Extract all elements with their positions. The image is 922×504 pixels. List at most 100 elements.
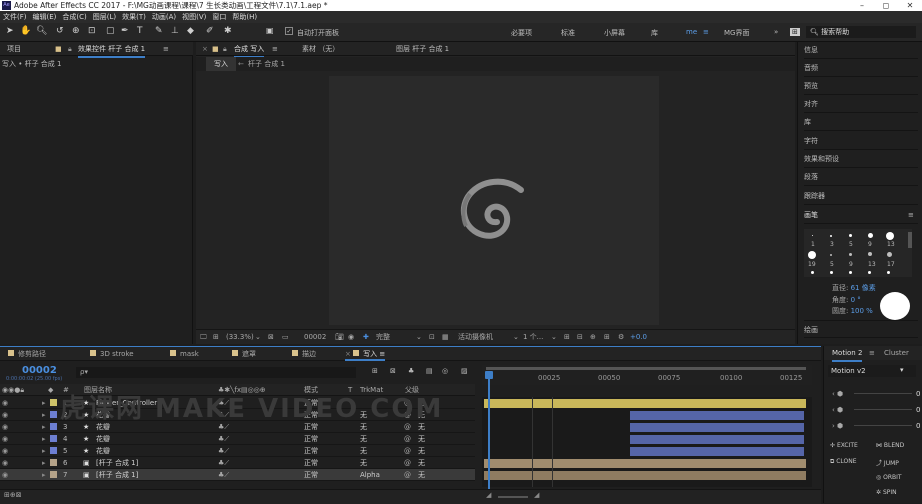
layout-icon[interactable]: ▣ bbox=[266, 26, 274, 35]
region-icon[interactable]: ▭ bbox=[282, 330, 289, 345]
views-chevron-icon[interactable]: ⌄ bbox=[551, 330, 557, 345]
layer-switches-icon[interactable]: ♣⟋ bbox=[218, 469, 229, 481]
toggle-pixel-icon[interactable]: ⊞ bbox=[564, 330, 570, 345]
panel-tracker[interactable]: 跟踪器 bbox=[804, 187, 918, 205]
slider-left-icon-2[interactable]: ‹ ⬢ bbox=[832, 406, 843, 414]
grid-icon[interactable]: ⊠ bbox=[268, 330, 274, 345]
slider-right-icon[interactable]: › ⬢ bbox=[832, 422, 843, 430]
jump-button[interactable]: ⤴ JUMP bbox=[876, 458, 899, 467]
layer-row-7[interactable]: ◉ ▸ 7 ▣ [杆子 合成 1] ♣⟋ 正常 Alpha @ 无 bbox=[0, 469, 475, 481]
label-color[interactable] bbox=[50, 471, 57, 478]
playhead-handle[interactable] bbox=[485, 371, 493, 379]
brush-dot-row3-5[interactable] bbox=[887, 271, 890, 274]
roi-icon[interactable]: ⊡ bbox=[429, 330, 435, 345]
comp-toggle-icons[interactable]: ⊞⊕⊠ bbox=[4, 491, 22, 499]
track-area[interactable] bbox=[482, 397, 812, 487]
exposure-value[interactable]: +0.0 bbox=[630, 330, 647, 345]
brush-dot-soft-13[interactable] bbox=[868, 252, 872, 256]
camera-snapshot-icon[interactable]: 📷︎ bbox=[335, 330, 344, 345]
workspace-standard[interactable]: 标准 bbox=[561, 28, 575, 38]
zoom-dropdown[interactable]: (33.3%) bbox=[226, 330, 254, 345]
panel-library[interactable]: 库 bbox=[804, 113, 918, 131]
visibility-icon[interactable]: ◉ bbox=[2, 445, 8, 457]
frame-blending-icon[interactable]: ▤ bbox=[426, 367, 433, 375]
trkmat[interactable]: 无 bbox=[360, 457, 367, 469]
close-button[interactable]: ✕ bbox=[898, 0, 922, 11]
panel-audio[interactable]: 音频 bbox=[804, 59, 918, 77]
layer-switches-icon[interactable]: ♣⟋ bbox=[218, 445, 229, 457]
blend-mode[interactable]: 正常 bbox=[304, 445, 318, 457]
trkmat[interactable]: 无 bbox=[360, 433, 367, 445]
brush-dot-soft-5[interactable] bbox=[830, 254, 832, 256]
layer-name[interactable]: [杆子 合成 1] bbox=[96, 469, 138, 481]
visibility-icon[interactable]: ◉ bbox=[2, 469, 8, 481]
motion-blur-icon[interactable]: ◎ bbox=[442, 367, 448, 375]
clone-stamp-tool-icon[interactable]: ⊥ bbox=[171, 26, 179, 36]
tab-motion2[interactable]: Motion 2 bbox=[832, 346, 863, 362]
tab-stroke[interactable]: 描边 bbox=[292, 347, 316, 361]
menu-effect[interactable]: 效果(T) bbox=[119, 13, 149, 21]
brush-dot-row3-2[interactable] bbox=[830, 271, 833, 274]
brush-dot-soft-9[interactable] bbox=[849, 253, 852, 256]
label-color[interactable] bbox=[50, 411, 57, 418]
blend-mode[interactable]: 正常 bbox=[304, 469, 318, 481]
timeline-timecode[interactable]: 00002 bbox=[22, 365, 57, 376]
layer-row-4[interactable]: ◉ ▸ 4 ★ 花瓣 ♣⟋ 正常 无 @ 无 bbox=[0, 433, 475, 445]
type-tool-icon[interactable]: T bbox=[137, 26, 143, 36]
close-tab-icon[interactable]: × bbox=[345, 350, 353, 358]
brush-tool-icon[interactable]: ✎ bbox=[155, 26, 163, 36]
brush-dot-9[interactable] bbox=[868, 233, 873, 238]
time-ruler[interactable]: 00025 00050 00075 00100 00125 bbox=[482, 365, 812, 385]
visibility-icon[interactable]: ◉ bbox=[2, 397, 8, 409]
layer-name[interactable]: 花瓣 bbox=[96, 445, 110, 457]
comp-lock-icon[interactable]: 🔒︎ bbox=[223, 42, 227, 56]
motion-slider-3[interactable] bbox=[854, 425, 912, 426]
motion-slider-1[interactable] bbox=[854, 393, 912, 394]
tab-composition[interactable]: 合成 写入 bbox=[234, 42, 265, 58]
expand-arrow-icon[interactable]: ▸ bbox=[42, 445, 46, 457]
parent[interactable]: 无 bbox=[418, 433, 425, 445]
clone-button[interactable]: ⧉ CLONE bbox=[830, 458, 857, 466]
brushes-menu-icon[interactable]: ≡ bbox=[908, 211, 914, 219]
expand-arrow-icon[interactable]: ▸ bbox=[42, 397, 46, 409]
layer-bar-2[interactable] bbox=[630, 411, 804, 420]
panel-character[interactable]: 字符 bbox=[804, 132, 918, 150]
menu-help[interactable]: 帮助(H) bbox=[229, 13, 260, 21]
layer-bar-5[interactable] bbox=[630, 447, 804, 456]
pickwhip-icon[interactable]: @ bbox=[404, 469, 411, 481]
brush-dot-row3-4[interactable] bbox=[868, 271, 871, 274]
label-color[interactable] bbox=[50, 447, 57, 454]
timeline-link-icon[interactable]: ⊞ bbox=[604, 330, 610, 345]
expand-arrow-icon[interactable]: ▸ bbox=[42, 433, 46, 445]
tab-3d-stroke[interactable]: 3D stroke bbox=[90, 347, 134, 361]
label-color[interactable] bbox=[50, 435, 57, 442]
motion-menu-icon[interactable]: ≡ bbox=[869, 346, 875, 360]
subtab-write[interactable]: 写入 bbox=[206, 57, 236, 71]
workspace-essentials[interactable]: 必要项 bbox=[511, 28, 532, 38]
selection-tool-icon[interactable]: ➤ bbox=[6, 26, 14, 36]
playhead[interactable] bbox=[488, 372, 490, 490]
expand-arrow-icon[interactable]: ▸ bbox=[42, 469, 46, 481]
fast-preview-icon[interactable]: ⚙ bbox=[618, 330, 624, 345]
workspace-me[interactable]: me bbox=[686, 28, 697, 36]
visibility-icon[interactable]: ◉ bbox=[2, 433, 8, 445]
motion-value-2[interactable]: 0 bbox=[916, 406, 920, 414]
draft-3d-icon[interactable]: ⊠ bbox=[390, 367, 396, 375]
label-color[interactable] bbox=[50, 459, 57, 466]
zoom-chevron-icon[interactable]: ⌄ bbox=[255, 330, 261, 345]
quality-dropdown[interactable]: 完整 bbox=[376, 330, 390, 345]
blend-mode[interactable]: 正常 bbox=[304, 457, 318, 469]
timeline-menu-icon[interactable]: ≡ bbox=[379, 350, 385, 358]
tab-trim-paths[interactable]: 修剪路径 bbox=[8, 347, 46, 361]
visibility-icon[interactable]: ◉ bbox=[2, 457, 8, 469]
zoom-out-icon[interactable]: ◢ bbox=[486, 491, 491, 499]
visibility-icon[interactable]: ◉ bbox=[2, 409, 8, 421]
tab-write[interactable]: × 写入 ≡ bbox=[345, 347, 386, 361]
panel-preview[interactable]: 预览 bbox=[804, 77, 918, 95]
workspace-small-screen[interactable]: 小屏幕 bbox=[604, 28, 625, 38]
parent[interactable]: 无 bbox=[418, 445, 425, 457]
spin-button[interactable]: ✲ SPIN bbox=[876, 489, 897, 496]
menu-file[interactable]: 文件(F) bbox=[0, 13, 30, 21]
brush-dot-1[interactable] bbox=[812, 235, 813, 236]
motion-value-3[interactable]: 0 bbox=[916, 422, 920, 430]
